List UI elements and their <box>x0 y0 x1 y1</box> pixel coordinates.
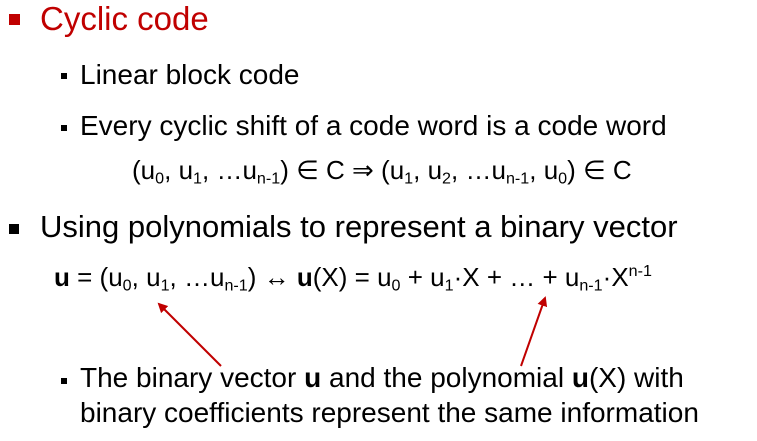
arrow-to-polynomial <box>520 296 548 367</box>
note-line-1: The binary vector u and the polynomial u… <box>80 362 684 393</box>
note-bullet <box>61 378 67 384</box>
arrow-to-vector <box>157 302 222 367</box>
note-line-2: binary coefficients represent the same i… <box>80 397 699 428</box>
